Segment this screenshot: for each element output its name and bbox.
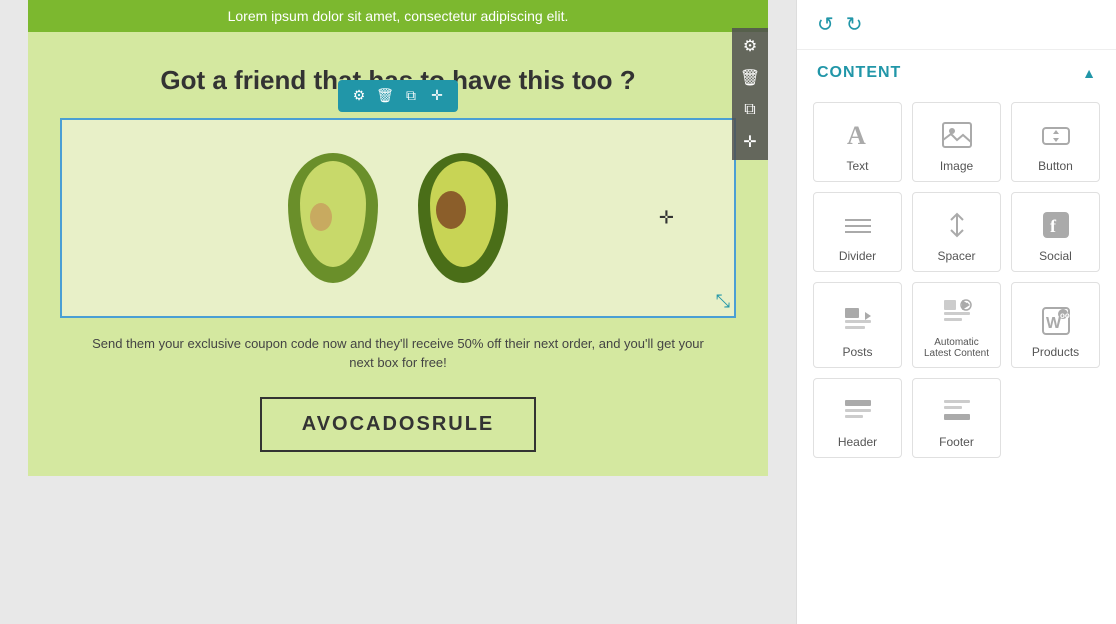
- content-item-automatic[interactable]: Automatic Latest Content: [912, 282, 1001, 368]
- posts-content-icon: [843, 303, 873, 339]
- content-section-title: CONTENT: [817, 64, 901, 82]
- svg-text:A: A: [847, 121, 866, 150]
- content-item-header[interactable]: Header: [813, 378, 902, 458]
- coupon-button-wrapper: AVOCADOSRULE: [28, 385, 768, 476]
- content-item-footer[interactable]: Footer: [912, 378, 1001, 458]
- email-header: Lorem ipsum dolor sit amet, consectetur …: [28, 0, 768, 32]
- content-item-social[interactable]: f Social: [1011, 192, 1100, 272]
- footer-content-icon: [942, 393, 972, 429]
- button-content-icon: [1041, 117, 1071, 153]
- duplicate-icon[interactable]: ⧉: [738, 98, 762, 122]
- image-label: Image: [940, 159, 973, 173]
- svg-text:oo: oo: [1060, 311, 1070, 320]
- email-body-text: Send them your exclusive coupon code now…: [28, 318, 768, 385]
- content-item-button[interactable]: Button: [1011, 102, 1100, 182]
- image-block[interactable]: ✛ ⤡: [60, 118, 736, 318]
- text-content-icon: A: [843, 117, 873, 153]
- posts-label: Posts: [842, 345, 872, 359]
- image-move-icon[interactable]: ✛: [426, 85, 448, 107]
- image-block-toolbar: ⚙ 🗑 ⧉ ✛: [338, 80, 458, 112]
- redo-button[interactable]: ↻: [846, 12, 863, 37]
- social-content-icon: f: [1041, 207, 1071, 243]
- avocado-right: [418, 153, 508, 283]
- content-item-products[interactable]: W oo Products: [1011, 282, 1100, 368]
- undo-button[interactable]: ↺: [817, 12, 834, 37]
- automatic-content-icon: [942, 295, 972, 331]
- content-item-image[interactable]: Image: [912, 102, 1001, 182]
- automatic-label: Automatic Latest Content: [921, 337, 992, 359]
- content-item-spacer[interactable]: Spacer: [912, 192, 1001, 272]
- delete-icon[interactable]: 🗑: [738, 66, 762, 90]
- spacer-content-icon: [942, 207, 972, 243]
- social-label: Social: [1039, 249, 1072, 263]
- resize-handle-icon[interactable]: ⤡: [716, 291, 730, 312]
- products-label: Products: [1032, 345, 1079, 359]
- divider-content-icon: [843, 207, 873, 243]
- svg-text:f: f: [1050, 216, 1057, 236]
- header-label: Header: [838, 435, 877, 449]
- avocado-left: [288, 153, 378, 283]
- coupon-button[interactable]: AVOCADOSRULE: [260, 397, 537, 452]
- image-delete-icon[interactable]: 🗑: [374, 85, 396, 107]
- settings-icon[interactable]: ⚙: [738, 34, 762, 58]
- email-header-text: Lorem ipsum dolor sit amet, consectetur …: [228, 8, 569, 24]
- collapse-arrow-icon[interactable]: ▲: [1082, 65, 1096, 81]
- image-content-icon: [942, 117, 972, 153]
- top-controls: ↺ ↻: [797, 0, 1116, 50]
- block-toolbar: ⚙ 🗑 ⧉ ✛: [732, 28, 768, 160]
- spacer-label: Spacer: [937, 249, 975, 263]
- image-block-wrapper: ⚙ 🗑 ⧉ ✛: [44, 118, 752, 318]
- move-icon[interactable]: ✛: [738, 130, 762, 154]
- image-duplicate-icon[interactable]: ⧉: [400, 85, 422, 107]
- image-settings-icon[interactable]: ⚙: [348, 85, 370, 107]
- sidebar: ↺ ↻ CONTENT ▲ A Text Image Button: [796, 0, 1116, 624]
- divider-label: Divider: [839, 249, 876, 263]
- button-label: Button: [1038, 159, 1073, 173]
- email-container: Lorem ipsum dolor sit amet, consectetur …: [28, 0, 768, 476]
- products-content-icon: W oo: [1041, 303, 1071, 339]
- header-content-icon: [843, 393, 873, 429]
- avocado-illustration: [62, 133, 734, 303]
- content-item-posts[interactable]: Posts: [813, 282, 902, 368]
- email-body-content: Send them your exclusive coupon code now…: [92, 336, 704, 371]
- text-label: Text: [846, 159, 868, 173]
- content-item-divider[interactable]: Divider: [813, 192, 902, 272]
- content-grid: A Text Image Button: [797, 92, 1116, 468]
- move-cursor-icon: ✛: [659, 207, 674, 228]
- content-item-text[interactable]: A Text: [813, 102, 902, 182]
- footer-label: Footer: [939, 435, 974, 449]
- content-section-header: CONTENT ▲: [797, 50, 1116, 92]
- canvas-area: Lorem ipsum dolor sit amet, consectetur …: [0, 0, 796, 624]
